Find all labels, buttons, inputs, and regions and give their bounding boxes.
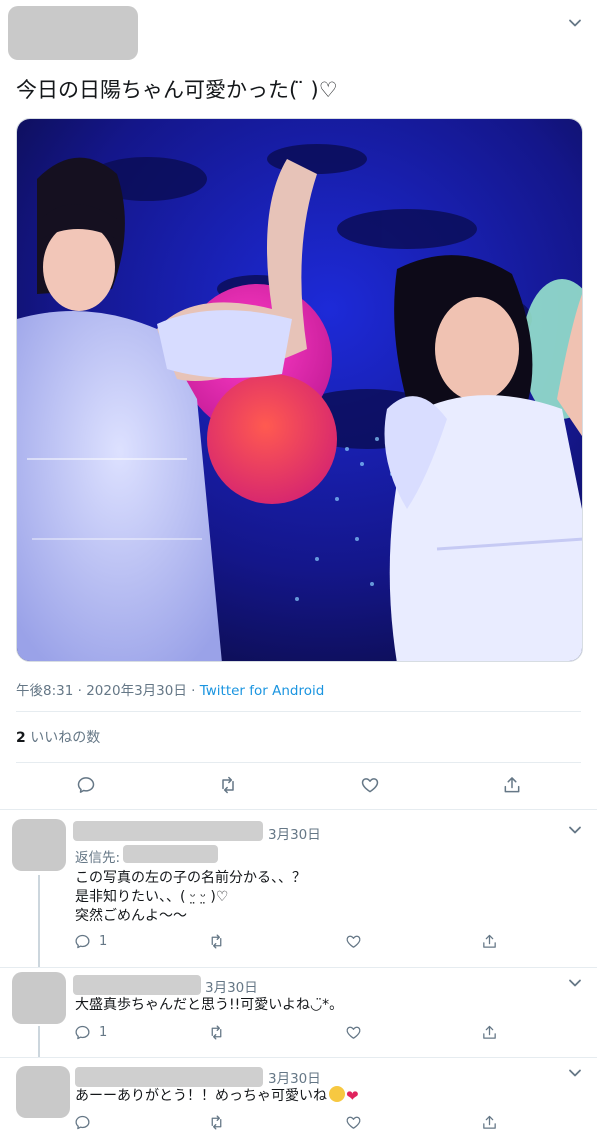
reply-separator	[0, 967, 597, 968]
tweet-photo[interactable]	[16, 118, 583, 662]
concert-photo	[17, 119, 582, 661]
reply-icon	[77, 777, 95, 793]
like-button[interactable]	[345, 933, 362, 950]
share-button[interactable]	[481, 1114, 498, 1131]
share-icon	[483, 1115, 496, 1129]
reply-button[interactable]	[74, 1114, 99, 1131]
reply-text: 大盛真歩ちゃんだと思う!!可愛いよね◡̈*。	[75, 996, 343, 1015]
retweet-button[interactable]	[218, 775, 238, 795]
heart-icon	[346, 1116, 361, 1129]
retweet-icon	[211, 1025, 222, 1040]
reply-text-line: 突然ごめんよ〜〜	[75, 908, 187, 924]
reply-text: この写真の左の子の名前分かる、、？ 是非知りたい、、( ᵕ̤ ᵕ̤ )♡ 突然ご…	[75, 869, 306, 926]
reply-actions: 1	[0, 1024, 597, 1048]
sparkling-heart-emoji: ❤	[346, 1087, 359, 1105]
reply-text-line: この写真の左の子の名前分かる、、？	[75, 870, 306, 886]
main-tweet-actions	[0, 775, 597, 799]
heart-icon	[346, 1026, 361, 1039]
divider	[16, 762, 581, 763]
reply-date[interactable]: 3月30日	[268, 1067, 321, 1087]
avatar[interactable]	[12, 972, 66, 1024]
likes-count: 2	[16, 730, 26, 746]
reply-actions: 1	[0, 933, 597, 957]
likes-count-link[interactable]: 2 いいねの数	[16, 727, 100, 747]
divider	[16, 711, 581, 712]
like-button[interactable]	[360, 775, 380, 795]
retweet-button[interactable]	[208, 933, 225, 950]
author-name-redacted[interactable]	[73, 975, 201, 995]
share-icon	[504, 777, 520, 793]
tweet-time[interactable]: 午後8:31	[16, 683, 73, 699]
retweet-button[interactable]	[208, 1114, 225, 1131]
reply-button[interactable]: 1	[74, 933, 107, 950]
heart-icon	[361, 778, 379, 793]
tweet-source-link[interactable]: Twitter for Android	[200, 683, 325, 699]
meta-separator: ·	[77, 683, 82, 699]
retweet-icon	[211, 1115, 222, 1130]
chevron-down-icon[interactable]	[567, 822, 583, 838]
likes-label: いいねの数	[25, 730, 101, 746]
retweet-icon	[222, 776, 234, 794]
share-icon	[483, 934, 496, 948]
pleading-face-emoji	[329, 1086, 345, 1102]
share-button[interactable]	[502, 775, 522, 795]
share-button[interactable]	[481, 933, 498, 950]
like-button[interactable]	[345, 1024, 362, 1041]
reply-separator	[0, 1057, 597, 1058]
reply-text: あーーありがとう！！めっちゃ可愛いね ❤	[75, 1086, 359, 1106]
retweet-button[interactable]	[208, 1024, 225, 1041]
avatar[interactable]	[12, 819, 66, 871]
reply-actions	[0, 1114, 597, 1138]
reply-icon	[75, 1025, 90, 1040]
reply-tweet[interactable]: 3月30日 大盛真歩ちゃんだと思う!!可愛いよね◡̈*。 1	[0, 968, 597, 1058]
reply-tweet[interactable]: 3月30日 あーーありがとう！！めっちゃ可愛いね ❤	[0, 1058, 597, 1142]
reply-date[interactable]: 3月30日	[205, 976, 258, 996]
retweet-icon	[211, 934, 222, 949]
tweet-meta: 午後8:31 · 2020年3月30日 · Twitter for Androi…	[16, 679, 324, 699]
reply-to-user-redacted[interactable]	[123, 845, 218, 863]
reply-count: 1	[99, 1025, 108, 1040]
like-button[interactable]	[345, 1114, 362, 1131]
author-name-redacted[interactable]	[75, 1067, 263, 1087]
chevron-down-icon[interactable]	[567, 1065, 583, 1081]
meta-separator: ·	[191, 683, 196, 699]
chevron-down-icon[interactable]	[567, 975, 583, 991]
reply-button[interactable]: 1	[74, 1024, 107, 1041]
avatar[interactable]	[16, 1066, 70, 1118]
chevron-down-icon[interactable]	[567, 15, 583, 31]
reply-text-line: あーーありがとう！！めっちゃ可愛いね	[75, 1088, 327, 1104]
share-button[interactable]	[481, 1024, 498, 1041]
heart-icon	[346, 935, 361, 948]
tweet-text: 今日の日陽ちゃん可愛かった( ̈ )♡	[16, 78, 338, 102]
reply-tweet[interactable]: 3月30日 返信先: この写真の左の子の名前分かる、、？ 是非知りたい、、( ᵕ…	[0, 811, 597, 968]
author-header-redacted[interactable]	[8, 6, 138, 60]
reply-date[interactable]: 3月30日	[268, 823, 321, 843]
reply-to-label: 返信先:	[75, 850, 121, 866]
reply-button[interactable]	[76, 775, 96, 795]
reply-icon	[75, 1115, 90, 1130]
main-tweet: 今日の日陽ちゃん可愛かった( ̈ )♡ 午後8:31 · 2020年3月30日 …	[0, 0, 597, 810]
reply-text-line: 是非知りたい、、( ᵕ̤ ᵕ̤ )♡	[75, 889, 229, 905]
reply-count: 1	[99, 934, 108, 949]
reply-text-line: 大盛真歩ちゃんだと思う!!可愛いよね◡̈*。	[75, 997, 344, 1013]
author-name-redacted[interactable]	[73, 821, 263, 841]
share-icon	[483, 1025, 496, 1039]
tweet-date[interactable]: 2020年3月30日	[86, 683, 187, 699]
reply-icon	[75, 934, 90, 949]
